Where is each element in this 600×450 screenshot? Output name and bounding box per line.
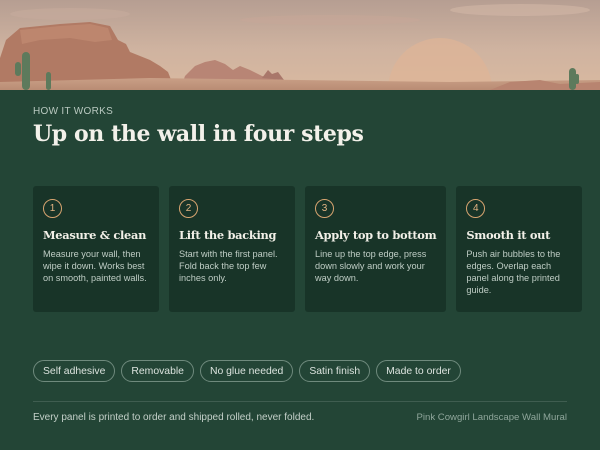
- step-number-badge: 4: [466, 199, 486, 218]
- tag-self-adhesive: Self adhesive: [33, 360, 116, 382]
- steps-list: 1 Measure & clean Measure your wall, the…: [33, 186, 583, 312]
- step-number-badge: 3: [315, 199, 334, 218]
- step-description: Start with the first panel. Fold back th…: [179, 249, 278, 283]
- product-name: Pink Cowgirl Landscape Wall Mural: [416, 412, 567, 423]
- step-title: Apply top to bottom: [315, 228, 437, 242]
- step-description: Line up the top edge, press down slowly …: [315, 249, 427, 283]
- step-card: 2 Lift the backing Start with the first …: [169, 186, 295, 312]
- step-title: Smooth it out: [466, 228, 551, 242]
- feature-tags: Self adhesive Removable No glue needed S…: [33, 360, 461, 382]
- step-number-badge: 1: [43, 199, 62, 218]
- mural-banner-image: [0, 0, 600, 90]
- shipping-note: Every panel is printed to order and ship…: [33, 412, 315, 423]
- step-number-badge: 2: [179, 199, 198, 218]
- section-footer: Every panel is printed to order and ship…: [33, 412, 567, 423]
- tag-no-glue-needed: No glue needed: [199, 360, 294, 382]
- step-card: 1 Measure & clean Measure your wall, the…: [33, 186, 159, 312]
- step-title: Measure & clean: [43, 228, 147, 242]
- tag-satin-finish: Satin finish: [299, 360, 371, 382]
- footer-divider: [33, 401, 567, 402]
- section-eyebrow: HOW IT WORKS: [33, 106, 114, 117]
- tag-removable: Removable: [121, 360, 194, 382]
- step-description: Measure your wall, then wipe it down. Wo…: [43, 249, 147, 283]
- section-title: Up on the wall in four steps: [33, 121, 364, 147]
- tag-made-to-order: Made to order: [376, 360, 461, 382]
- step-title: Lift the backing: [179, 228, 277, 242]
- step-description: Push air bubbles to the edges. Overlap e…: [466, 249, 561, 295]
- step-card: 4 Smooth it out Push air bubbles to the …: [456, 186, 583, 312]
- step-card: 3 Apply top to bottom Line up the top ed…: [305, 186, 447, 312]
